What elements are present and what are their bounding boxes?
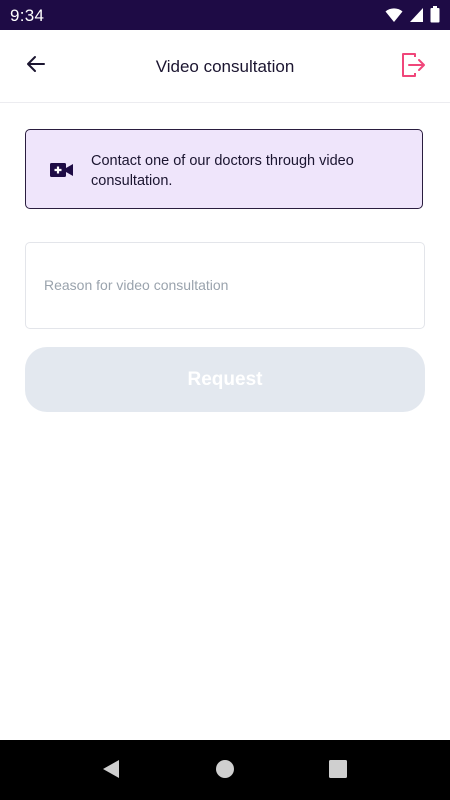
nav-back-button[interactable]	[100, 759, 122, 784]
page-title: Video consultation	[155, 57, 295, 76]
back-triangle-icon	[101, 759, 121, 784]
wifi-icon	[385, 7, 403, 23]
info-text: Contact one of our doctors through video…	[91, 153, 354, 189]
nav-recents-button[interactable]	[327, 759, 349, 784]
video-plus-icon	[50, 160, 74, 185]
reason-field[interactable]	[25, 242, 425, 329]
battery-icon	[430, 6, 440, 23]
nav-bar	[0, 740, 450, 800]
status-icons	[385, 6, 440, 23]
reason-input[interactable]	[26, 243, 424, 328]
logout-button[interactable]	[396, 50, 430, 84]
recents-square-icon	[328, 759, 348, 784]
nav-home-button[interactable]	[214, 759, 236, 784]
info-card: Contact one of our doctors through video…	[25, 129, 423, 209]
app-bar: Video consultation	[0, 30, 450, 103]
request-button[interactable]: Request	[25, 347, 425, 412]
logout-icon	[399, 51, 427, 84]
home-circle-icon	[215, 759, 235, 784]
status-time: 9:34	[10, 6, 45, 25]
status-bar: 9:34	[0, 0, 450, 30]
cell-signal-icon	[409, 7, 424, 23]
